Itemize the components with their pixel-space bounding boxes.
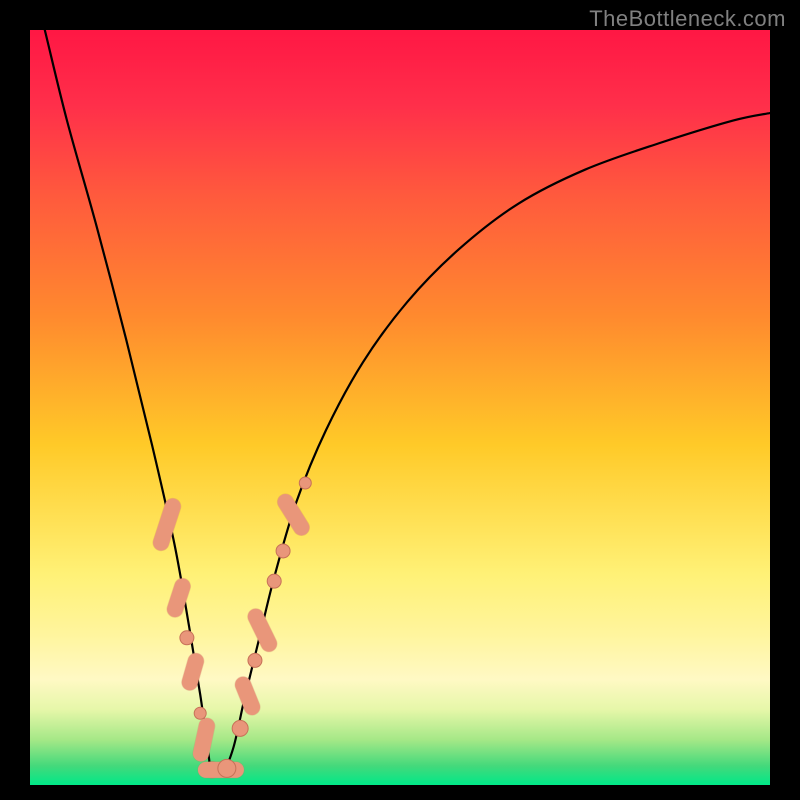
data-point: [194, 707, 206, 719]
data-point: [267, 574, 281, 588]
watermark-text: TheBottleneck.com: [589, 6, 786, 32]
data-point: [276, 544, 290, 558]
data-capsule: [190, 661, 196, 682]
chart-stage: TheBottleneck.com: [0, 0, 800, 800]
bottleneck-chart: [0, 0, 800, 800]
data-point: [232, 720, 248, 736]
data-capsule: [201, 726, 207, 753]
data-capsule: [243, 685, 252, 707]
data-point: [299, 477, 311, 489]
data-capsule: [161, 506, 173, 542]
data-capsule: [175, 586, 182, 609]
data-point: [248, 653, 262, 667]
data-point: [180, 631, 194, 645]
data-point: [218, 759, 236, 777]
